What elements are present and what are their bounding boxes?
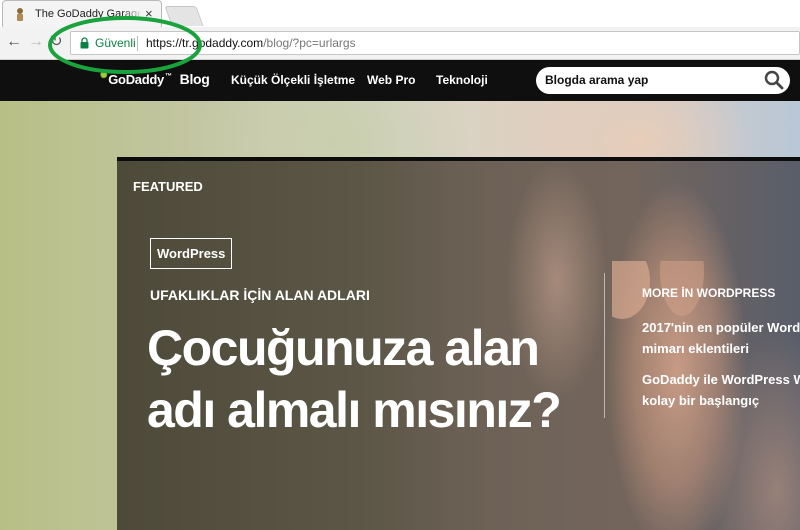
new-tab-button[interactable] [164, 6, 204, 26]
search-icon[interactable] [764, 70, 784, 90]
address-bar[interactable]: Güvenli https://tr.godaddy.com/blog/?pc=… [70, 31, 800, 55]
featured-article-card[interactable]: FEATURED WordPress UFAKLIKLAR İÇİN ALAN … [117, 157, 800, 530]
blog-search-input[interactable]: Blogda arama yap [536, 67, 790, 94]
tab-title-fade [121, 4, 143, 24]
more-link-godaddy-wordpress[interactable]: GoDaddy ile WordPress Web kolay bir başl… [642, 369, 800, 411]
logo-trademark: ™ [164, 73, 172, 80]
lock-icon [80, 37, 89, 49]
browser-tab-strip: The GoDaddy Garage - G × [0, 0, 800, 27]
back-arrow-icon[interactable]: ← [6, 32, 22, 52]
more-in-wordpress-title: MORE İN WORDPRESS [642, 286, 776, 300]
url-path: /blog/?pc=urlargs [263, 36, 356, 50]
more-link-line: 2017'nin en popüler WordPress [642, 320, 800, 335]
more-link-line: mimarı eklentileri [642, 341, 749, 356]
url-host: https://tr.godaddy.com [146, 36, 264, 50]
nav-link-small-business[interactable]: Küçük Ölçekli İşletme [231, 73, 355, 87]
nav-link-web-pro[interactable]: Web Pro [367, 73, 415, 87]
more-link-line: kolay bir başlangıç [642, 393, 760, 408]
godaddy-favicon-icon [17, 8, 23, 21]
search-placeholder: Blogda arama yap [545, 73, 649, 87]
category-tag-wordpress[interactable]: WordPress [150, 238, 233, 269]
browser-toolbar: ← → ↻ Güvenli https://tr.godaddy.com/blo… [0, 27, 800, 60]
featured-label: FEATURED [133, 179, 203, 194]
reload-icon[interactable]: ↻ [50, 32, 63, 52]
more-link-line: GoDaddy ile WordPress Web [642, 372, 800, 387]
hero-section: FEATURED WordPress UFAKLIKLAR İÇİN ALAN … [0, 101, 800, 530]
browser-tab[interactable]: The GoDaddy Garage - G × [2, 0, 162, 27]
nav-link-technology[interactable]: Teknoloji [436, 73, 488, 87]
tab-close-icon[interactable]: × [145, 6, 153, 21]
site-navigation: ✺ GoDaddy ™ Blog Küçük Ölçekli İşletme W… [0, 60, 800, 101]
column-divider [604, 273, 605, 418]
godaddy-logo[interactable]: ✺ GoDaddy ™ Blog [100, 70, 210, 87]
url-separator [137, 36, 138, 51]
logo-text: GoDaddy [108, 72, 164, 87]
secure-label: Güvenli [95, 36, 136, 50]
blog-label: Blog [179, 71, 210, 87]
article-kicker: UFAKLIKLAR İÇİN ALAN ADLARI [150, 287, 370, 303]
article-headline[interactable]: Çocuğunuza alan adı almalı mısınız? [147, 317, 567, 441]
url-text[interactable]: https://tr.godaddy.com/blog/?pc=urlargs [146, 36, 356, 50]
logo-mark-icon: ✺ [100, 70, 108, 80]
forward-arrow-icon[interactable]: → [28, 32, 44, 52]
more-link-popular-plugins[interactable]: 2017'nin en popüler WordPress mimarı ekl… [642, 317, 800, 359]
